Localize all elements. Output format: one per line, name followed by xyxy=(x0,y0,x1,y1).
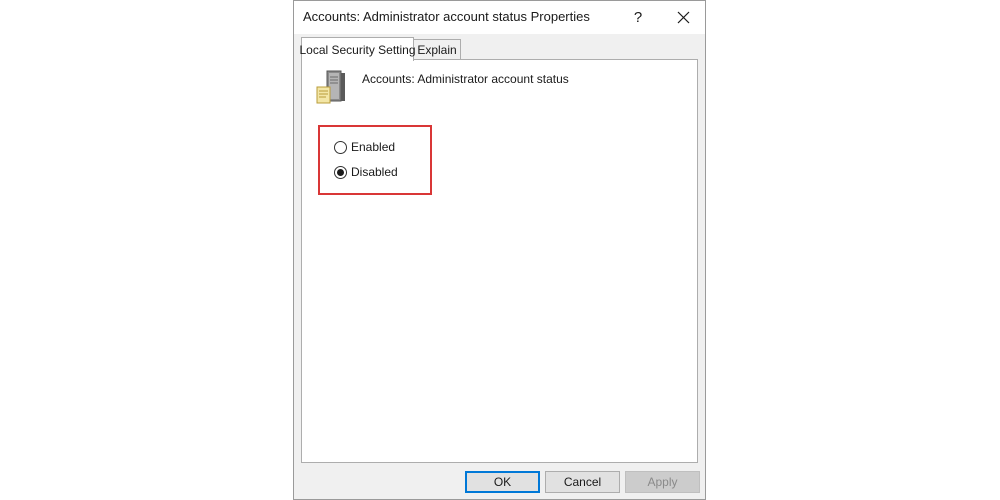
radio-disabled[interactable]: Disabled xyxy=(334,164,398,180)
radio-enabled[interactable]: Enabled xyxy=(334,139,395,155)
policy-name: Accounts: Administrator account status xyxy=(362,72,569,86)
help-button[interactable]: ? xyxy=(618,1,658,34)
tab-explain[interactable]: Explain xyxy=(414,39,461,60)
properties-dialog: Accounts: Administrator account status P… xyxy=(293,0,706,500)
tab-page-local-security-setting: Accounts: Administrator account status E… xyxy=(301,59,698,463)
server-policy-icon xyxy=(316,70,345,104)
close-icon xyxy=(677,11,689,24)
screenshot-stage: Accounts: Administrator account status P… xyxy=(0,0,1000,500)
radio-label-disabled: Disabled xyxy=(351,165,398,179)
radio-label-enabled: Enabled xyxy=(351,140,396,154)
title-bar: Accounts: Administrator account status P… xyxy=(294,1,705,34)
cancel-button[interactable]: Cancel xyxy=(545,471,620,493)
close-button[interactable] xyxy=(663,1,703,34)
tab-local-security-setting[interactable]: Local Security Setting xyxy=(299,37,416,61)
apply-button[interactable]: Apply xyxy=(625,471,700,493)
window-title: Accounts: Administrator account status P… xyxy=(303,9,590,24)
radio-circle-enabled[interactable] xyxy=(334,140,347,154)
ok-button[interactable]: OK xyxy=(465,471,540,493)
radio-circle-disabled[interactable] xyxy=(334,165,347,179)
highlight-box xyxy=(318,125,432,195)
radio-selected-dot xyxy=(337,168,344,176)
